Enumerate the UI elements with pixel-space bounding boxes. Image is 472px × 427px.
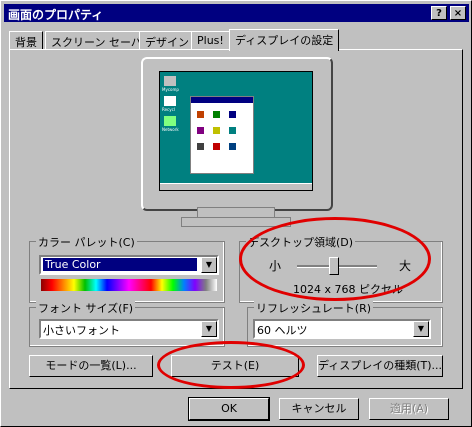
mode-list-button[interactable]: モードの一覧(L)...: [29, 355, 153, 377]
tab-background[interactable]: 背景: [9, 31, 43, 49]
folder-icon: [197, 143, 204, 150]
preview-window: [190, 96, 254, 174]
tab-display-settings[interactable]: ディスプレイの設定: [229, 29, 340, 51]
font-size-label: フォント サイズ(F): [36, 300, 136, 316]
properties-window: 画面のプロパティ ? × 背景 スクリーン セーバー デザイン Plus! ディ…: [0, 0, 472, 427]
close-button[interactable]: ×: [450, 6, 466, 20]
preview-screen: Mycomp Recycl Network: [159, 71, 313, 191]
folder-icon: [213, 127, 220, 134]
preview-taskbar: [160, 183, 312, 190]
chevron-down-icon[interactable]: ▼: [201, 321, 217, 337]
help-button[interactable]: ?: [431, 6, 447, 20]
highlight-ring-desktop-area: [239, 217, 431, 301]
color-palette-label: カラー パレット(C): [36, 234, 137, 250]
apply-button[interactable]: 適用(A): [369, 398, 449, 420]
highlight-ring-test-button: [157, 341, 305, 389]
folder-icon: [229, 111, 236, 118]
folder-icon: [213, 111, 220, 118]
folder-icon: [213, 143, 220, 150]
network-icon: [164, 116, 176, 126]
font-size-select[interactable]: 小さいフォント ▼: [39, 319, 219, 339]
computer-icon: [164, 76, 176, 86]
display-type-button[interactable]: ディスプレイの種類(T)...: [317, 355, 443, 377]
ok-button[interactable]: OK: [188, 397, 270, 421]
color-palette-select[interactable]: True Color ▼: [39, 255, 219, 275]
tab-design[interactable]: デザイン: [139, 31, 195, 49]
refresh-rate-select[interactable]: 60 ヘルツ ▼: [253, 319, 431, 339]
refresh-rate-value: 60 ヘルツ: [257, 324, 308, 337]
desk-icon-label: Recycl: [162, 107, 175, 112]
tab-plus[interactable]: Plus!: [191, 31, 230, 49]
folder-icon: [229, 127, 236, 134]
desk-icon-label: Network: [162, 127, 179, 132]
color-palette-value: True Color: [43, 258, 197, 271]
apply-button-label: 適用(A): [389, 402, 429, 415]
monitor-preview: Mycomp Recycl Network: [141, 57, 333, 211]
cancel-button[interactable]: キャンセル: [279, 398, 359, 420]
window-title: 画面のプロパティ: [8, 8, 104, 22]
chevron-down-icon[interactable]: ▼: [413, 321, 429, 337]
font-size-value: 小さいフォント: [43, 324, 120, 337]
folder-icon: [197, 127, 204, 134]
chevron-down-icon[interactable]: ▼: [201, 257, 217, 273]
recycle-bin-icon: [164, 96, 176, 106]
folder-icon: [229, 143, 236, 150]
color-spectrum-bar: [41, 279, 217, 291]
folder-icon: [197, 111, 204, 118]
refresh-rate-label: リフレッシュレート(R): [254, 300, 374, 316]
desk-icon-label: Mycomp: [162, 87, 179, 92]
title-bar[interactable]: 画面のプロパティ ? ×: [4, 4, 469, 22]
